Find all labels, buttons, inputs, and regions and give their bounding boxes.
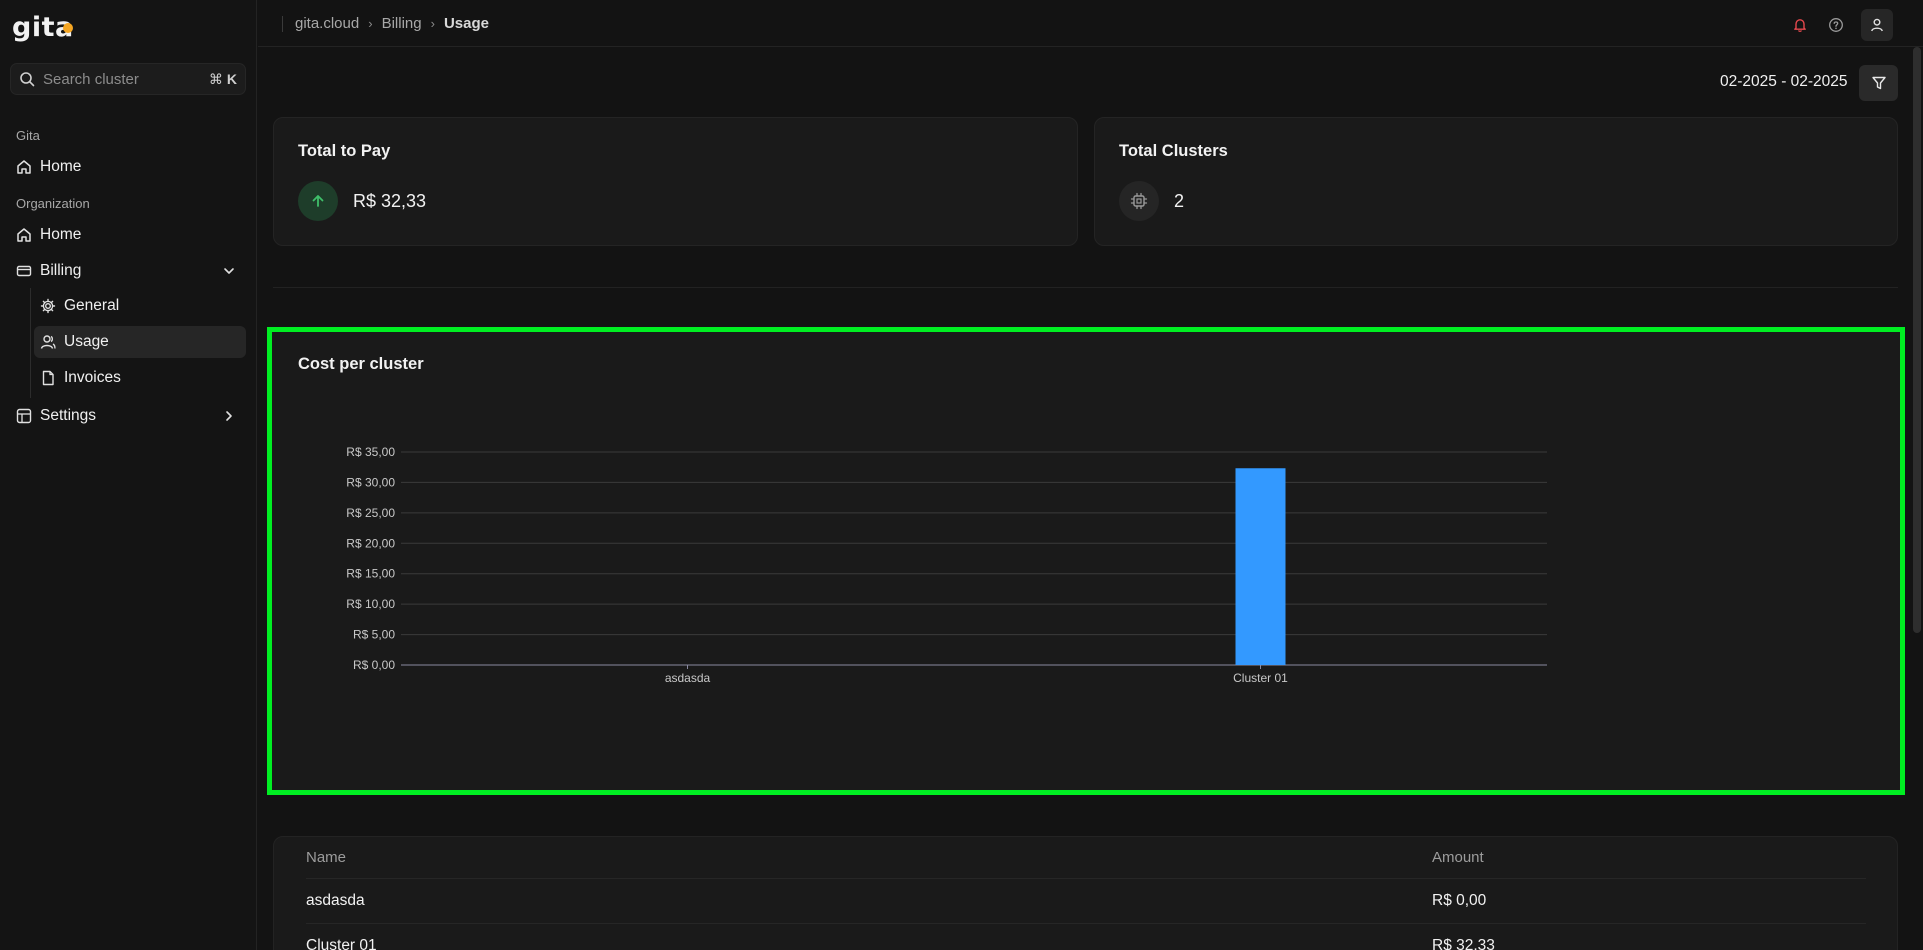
bell-icon[interactable]	[1789, 14, 1811, 36]
section-label-gita: Gita	[16, 128, 40, 143]
x-tick-label: asdasda	[665, 671, 711, 685]
topbar-actions	[1789, 9, 1893, 41]
total-to-pay-value: R$ 32,33	[353, 190, 427, 211]
x-tick-label: Cluster 01	[1233, 671, 1288, 685]
total-clusters-card: Total Clusters 2	[1094, 117, 1898, 246]
breadcrumb: gita.cloud › Billing › Usage	[282, 15, 489, 32]
help-icon[interactable]	[1825, 14, 1847, 36]
search-shortcut: ⌘ K	[208, 70, 237, 87]
stat-row: R$ 32,33	[298, 181, 426, 221]
stat-row: 2	[1119, 181, 1184, 221]
page-scrollbar[interactable]	[1913, 47, 1921, 633]
column-header-name: Name	[306, 849, 347, 866]
cell-amount: R$ 0,00	[1432, 892, 1487, 909]
submenu-guide-line	[30, 288, 31, 398]
bar-chart: R$ 0,00 R$ 5,00 R$ 10,00 R$ 15,00 R$ 20,00 R$…	[346, 445, 1547, 685]
logo-dot	[62, 23, 73, 33]
app-root: gita Search cluster ⌘ K Gita Home Organiz…	[0, 0, 1923, 950]
cell-name: asdasda	[306, 892, 365, 909]
sidebar-item-general[interactable]: General	[34, 290, 246, 322]
sidebar-item-org-home[interactable]: Home	[10, 219, 246, 251]
section-label-organization: Organization	[16, 196, 90, 211]
bar	[1235, 468, 1286, 665]
breadcrumb-divider	[282, 15, 283, 32]
sidebar-item-label: Home	[40, 158, 82, 175]
search-icon	[19, 71, 35, 87]
chevron-right-icon: ›	[368, 16, 373, 31]
sidebar-item-label: Settings	[40, 407, 97, 424]
row-divider	[306, 923, 1866, 924]
y-tick-label: R$ 0,00	[353, 658, 395, 672]
chevron-down-icon	[222, 264, 236, 278]
y-tick-label: R$ 5,00	[353, 628, 395, 642]
sidebar-item-label: Home	[40, 226, 82, 243]
breadcrumb-root[interactable]: gita.cloud	[295, 15, 359, 32]
sidebar-item-gita-home[interactable]: Home	[10, 151, 246, 183]
cpu-icon	[1119, 181, 1159, 221]
sidebar-item-label: Usage	[64, 333, 109, 350]
sidebar-item-label: Invoices	[64, 369, 121, 386]
header-divider	[306, 878, 1866, 879]
breadcrumb-billing[interactable]: Billing	[382, 15, 422, 32]
filter-icon	[1871, 76, 1886, 90]
section-divider	[273, 287, 1898, 288]
card-title: Total Clusters	[1119, 142, 1228, 160]
chevron-right-icon	[222, 409, 236, 423]
y-tick-label: R$ 35,00	[346, 445, 395, 459]
user-menu-button[interactable]	[1861, 9, 1893, 41]
sidebar-item-usage[interactable]: Usage	[34, 326, 246, 358]
logo[interactable]: gita	[12, 12, 74, 43]
y-tick-label: R$ 25,00	[346, 506, 395, 520]
credit-card-icon	[16, 263, 32, 279]
user-icon	[1871, 18, 1883, 32]
y-tick-label: R$ 10,00	[346, 597, 395, 611]
breadcrumb-current: Usage	[443, 15, 489, 32]
y-tick-label: R$ 30,00	[346, 475, 395, 489]
gear-icon	[40, 298, 56, 314]
sidebar: gita Search cluster ⌘ K Gita Home Organiz…	[0, 0, 257, 950]
total-clusters-value: 2	[1174, 190, 1185, 211]
cost-per-cluster-chart: Cost per cluster R$ 0,00 R$ 5,00 R$ 10,00 R…	[267, 327, 1905, 795]
column-header-amount: Amount	[1432, 849, 1484, 866]
user-icon	[40, 334, 56, 350]
file-icon	[40, 370, 56, 386]
cell-name: Cluster 01	[306, 937, 377, 950]
settings-panel-icon	[16, 408, 32, 424]
sidebar-item-billing[interactable]: Billing	[10, 255, 246, 287]
sidebar-item-label: Billing	[40, 262, 82, 279]
cell-amount: R$ 32,33	[1432, 937, 1495, 950]
chevron-right-icon: ›	[430, 16, 435, 31]
sidebar-item-label: General	[64, 297, 120, 314]
date-range-label: 02-2025 - 02-2025	[1720, 73, 1848, 90]
card-title: Total to Pay	[298, 142, 391, 160]
topbar: gita.cloud › Billing › Usage	[258, 0, 1923, 47]
home-icon	[16, 227, 32, 243]
filter-button[interactable]	[1859, 65, 1898, 101]
search-placeholder: Search cluster	[43, 70, 139, 88]
y-tick-label: R$ 15,00	[346, 567, 395, 581]
sidebar-item-settings[interactable]: Settings	[10, 400, 246, 432]
sidebar-item-invoices[interactable]: Invoices	[34, 362, 246, 394]
home-icon	[16, 159, 32, 175]
search-input[interactable]: Search cluster ⌘ K	[10, 63, 246, 95]
cost-table: Name Amount asdasda R$ 0,00 Cluster 01 R…	[273, 836, 1898, 950]
y-tick-label: R$ 20,00	[346, 536, 395, 550]
arrow-up-icon	[298, 181, 338, 221]
total-to-pay-card: Total to Pay R$ 32,33	[273, 117, 1078, 246]
